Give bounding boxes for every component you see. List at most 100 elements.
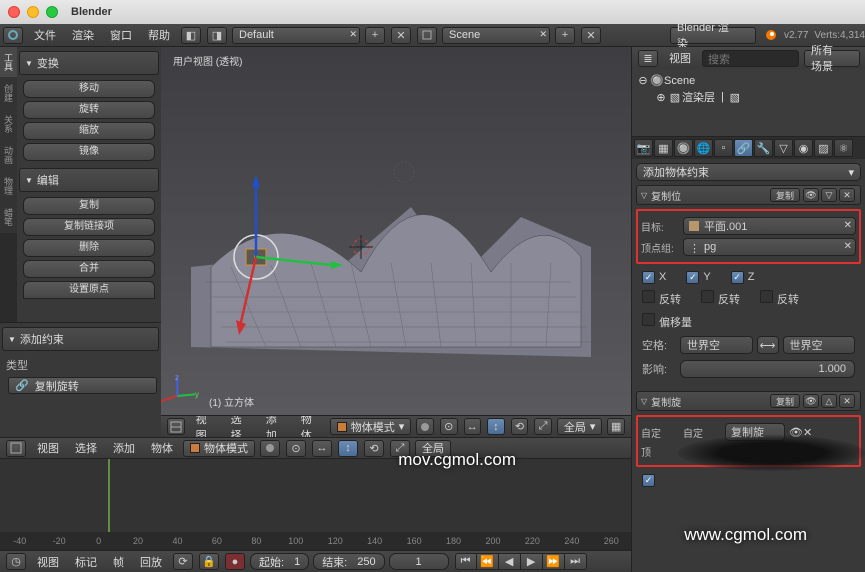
- tab-material-icon[interactable]: ◉: [794, 139, 813, 157]
- tab-animation[interactable]: 动画: [0, 140, 17, 171]
- outliner-tree[interactable]: ⊖🔘Scene ⊕▧渲染层|▧: [632, 69, 865, 136]
- rotate-button[interactable]: 旋转: [23, 101, 155, 119]
- tl-view[interactable]: 视图: [29, 440, 67, 456]
- moveup-icon[interactable]: ▽: [821, 188, 837, 202]
- outliner-filter[interactable]: 所有场景: [804, 50, 860, 67]
- tab-renderlayer-icon[interactable]: ▦: [654, 139, 673, 157]
- eye-icon[interactable]: 👁: [803, 188, 819, 202]
- back-icon[interactable]: ◧: [181, 27, 201, 44]
- vp-select[interactable]: 选择: [223, 415, 258, 437]
- sync-icon[interactable]: ⟳: [173, 553, 193, 570]
- tl-manip-r-icon[interactable]: ⟲: [364, 440, 384, 457]
- shading-solid-icon[interactable]: [416, 418, 434, 435]
- tl-object[interactable]: 物体: [143, 440, 181, 456]
- properties-body[interactable]: 添加物体约束▾ ▽ 复制位 复制 👁 ▽ ✕ 目标: 平面.001✕ 顶点组: …: [632, 159, 865, 572]
- duplicate-linked-button[interactable]: 复制链接项: [23, 218, 155, 236]
- tab-grease[interactable]: 蜡笔: [0, 202, 17, 233]
- tab-physics-icon[interactable]: ⚛: [834, 139, 853, 157]
- menu-help[interactable]: 帮助: [140, 27, 178, 43]
- join-button[interactable]: 合并: [23, 260, 155, 278]
- tab-world-icon[interactable]: 🌐: [694, 139, 713, 157]
- target-space-selector[interactable]: 世界空: [783, 336, 856, 354]
- current-frame-marker[interactable]: [108, 459, 110, 532]
- play-icon[interactable]: ▶: [521, 553, 543, 570]
- manip-translate-icon[interactable]: ↕: [487, 418, 505, 435]
- tlf-playback[interactable]: 回放: [132, 554, 170, 570]
- target-field[interactable]: 平面.001✕: [683, 217, 856, 235]
- timeline-editor-icon[interactable]: [6, 440, 26, 457]
- tl-pivot-icon[interactable]: ⊙: [286, 440, 306, 457]
- orientation-selector[interactable]: 全局▾: [557, 418, 603, 435]
- tlf-view[interactable]: 视图: [29, 554, 67, 570]
- add-layout-icon[interactable]: +: [365, 27, 385, 44]
- timeline-canvas[interactable]: -40 -20 0 20 40 60 80 100 120 140 160 18…: [0, 459, 631, 550]
- end-frame-field[interactable]: 结束:250: [313, 553, 384, 570]
- 3d-viewport[interactable]: 用户视图 (透视): [161, 47, 631, 415]
- set-origin-button[interactable]: 设置原点: [23, 281, 155, 299]
- panel-edit-header[interactable]: ▼编辑: [19, 168, 159, 192]
- move-button[interactable]: 移动: [23, 80, 155, 98]
- layers-icon[interactable]: ▦: [607, 418, 625, 435]
- tab-render-icon[interactable]: 📷: [634, 139, 653, 157]
- tab-tools[interactable]: 工具: [0, 47, 17, 78]
- tab-physics[interactable]: 物理: [0, 171, 17, 202]
- del-layout-icon[interactable]: ✕: [391, 27, 411, 44]
- influence-slider[interactable]: 1.000: [680, 360, 855, 378]
- jump-end-icon[interactable]: ⏭: [565, 553, 587, 570]
- editor-type-icon[interactable]: [167, 418, 185, 435]
- add-scene-icon[interactable]: +: [555, 27, 575, 44]
- mirror-button[interactable]: 镜像: [23, 143, 155, 161]
- layout-selector[interactable]: Default ✕: [232, 27, 360, 44]
- menu-render[interactable]: 渲染: [64, 27, 102, 43]
- tl-manip-icon[interactable]: ↔: [312, 440, 332, 457]
- jump-start-icon[interactable]: ⏮: [455, 553, 477, 570]
- play-reverse-icon[interactable]: ◀: [499, 553, 521, 570]
- tl-manip-t-icon[interactable]: ↕: [338, 440, 358, 457]
- owner-space-selector[interactable]: 世界空: [680, 336, 753, 354]
- tab-object-icon[interactable]: ▫: [714, 139, 733, 157]
- remove-icon-2[interactable]: ✕: [839, 394, 855, 408]
- manip-scale-icon[interactable]: ⤢: [534, 418, 552, 435]
- zoom-window-icon[interactable]: [46, 6, 58, 18]
- scene-selector[interactable]: Scene ✕: [442, 27, 550, 44]
- autokey-icon[interactable]: ●: [225, 553, 245, 570]
- close-window-icon[interactable]: [8, 6, 20, 18]
- mode-selector[interactable]: 物体模式▾: [330, 418, 412, 435]
- vg-field[interactable]: ⋮⋮pg✕: [683, 238, 856, 256]
- vp-object[interactable]: 物体: [293, 415, 328, 437]
- outliner-icon[interactable]: ≣: [638, 50, 658, 67]
- blender-icon[interactable]: [3, 27, 23, 44]
- keyframe-prev-icon[interactable]: ⏪: [477, 553, 499, 570]
- constraint-type-selector[interactable]: 🔗 复制旋转: [8, 377, 157, 394]
- tab-scene-icon[interactable]: 🔘: [674, 139, 693, 157]
- duplicate-button[interactable]: 复制: [23, 197, 155, 215]
- remove-icon[interactable]: ✕: [839, 188, 855, 202]
- keyframe-next-icon[interactable]: ⏩: [543, 553, 565, 570]
- start-frame-field[interactable]: 起始:1: [250, 553, 309, 570]
- panel-transform-header[interactable]: ▼变换: [19, 51, 159, 75]
- tab-modifiers-icon[interactable]: 🔧: [754, 139, 773, 157]
- forward-icon[interactable]: ◨: [207, 27, 227, 44]
- outliner-search[interactable]: 搜索: [702, 50, 799, 67]
- menu-file[interactable]: 文件: [26, 27, 64, 43]
- constraint1-shortname[interactable]: 复制: [770, 188, 800, 202]
- manip-rotate-icon[interactable]: ⟲: [511, 418, 529, 435]
- renderlayer-item[interactable]: 渲染层: [682, 89, 715, 105]
- vp-view[interactable]: 视图: [188, 415, 223, 437]
- scene-item[interactable]: Scene: [664, 75, 695, 87]
- scale-button[interactable]: 缩放: [23, 122, 155, 140]
- swap-space-icon[interactable]: ⟷: [757, 336, 779, 354]
- tab-texture-icon[interactable]: ▨: [814, 139, 833, 157]
- manipulator-icon[interactable]: ↔: [464, 418, 482, 435]
- tl-add[interactable]: 添加: [105, 440, 143, 456]
- add-constraint-dropdown[interactable]: 添加物体约束▾: [636, 163, 861, 181]
- constraint1-header[interactable]: ▽ 复制位 复制 👁 ▽ ✕: [636, 185, 861, 205]
- vp-add[interactable]: 添加: [258, 415, 293, 437]
- tl-select[interactable]: 选择: [67, 440, 105, 456]
- out-view[interactable]: 视图: [661, 50, 699, 66]
- delete-button[interactable]: 删除: [23, 239, 155, 257]
- timeline-type-icon[interactable]: ◷: [6, 553, 26, 570]
- del-scene-icon[interactable]: ✕: [581, 27, 601, 44]
- menu-window[interactable]: 窗口: [102, 27, 140, 43]
- tl-mode[interactable]: 物体模式: [183, 440, 255, 457]
